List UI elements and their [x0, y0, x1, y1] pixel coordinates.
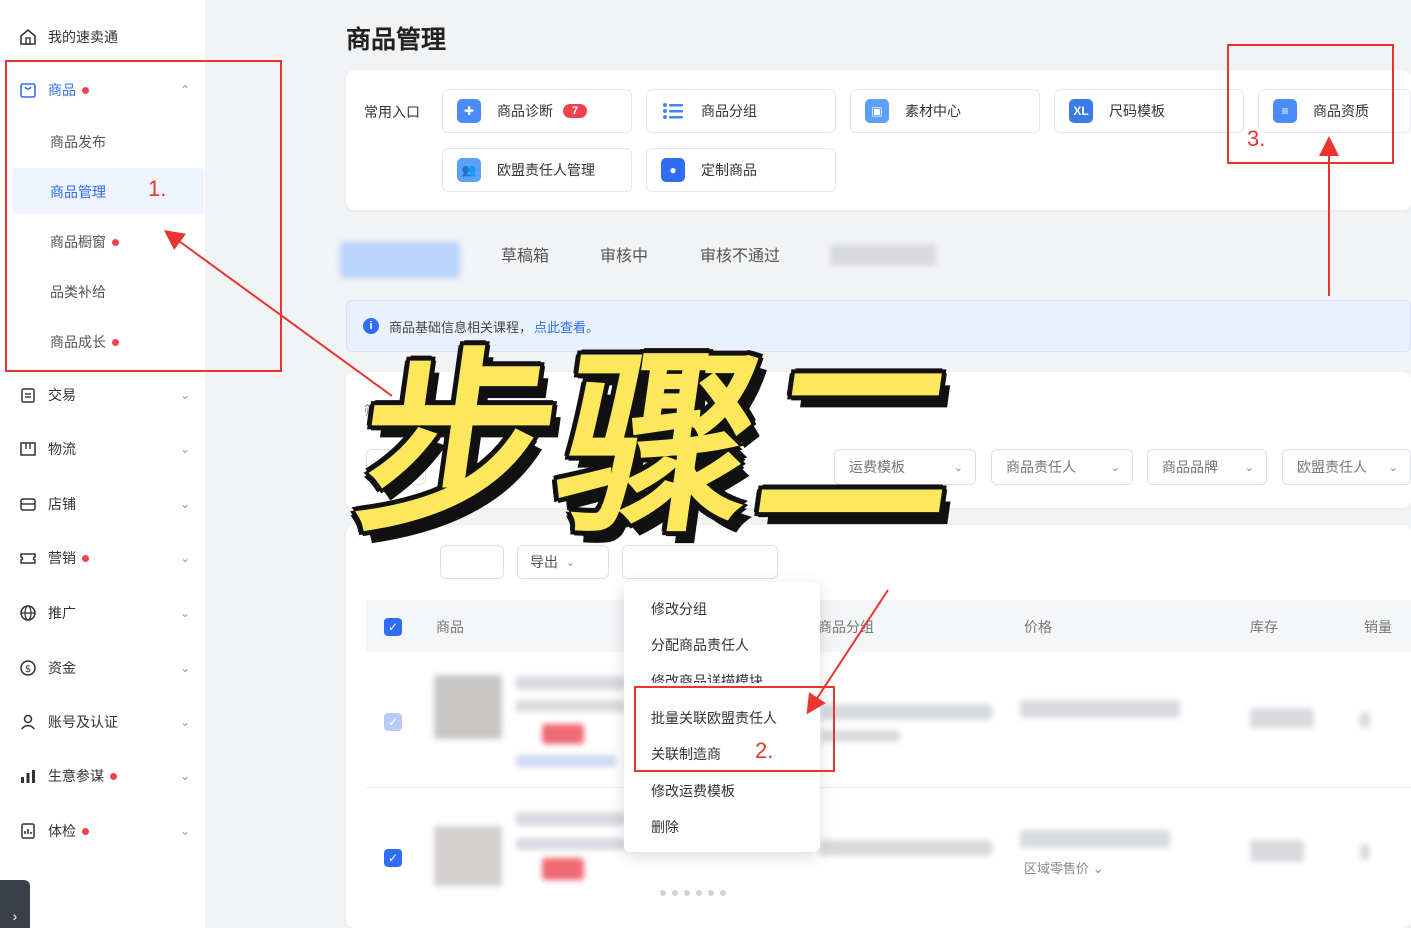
arrow-to-sidebar	[163, 230, 393, 397]
arrow-to-menu	[806, 589, 889, 715]
step-overlay-title: 步骤二	[343, 332, 977, 560]
